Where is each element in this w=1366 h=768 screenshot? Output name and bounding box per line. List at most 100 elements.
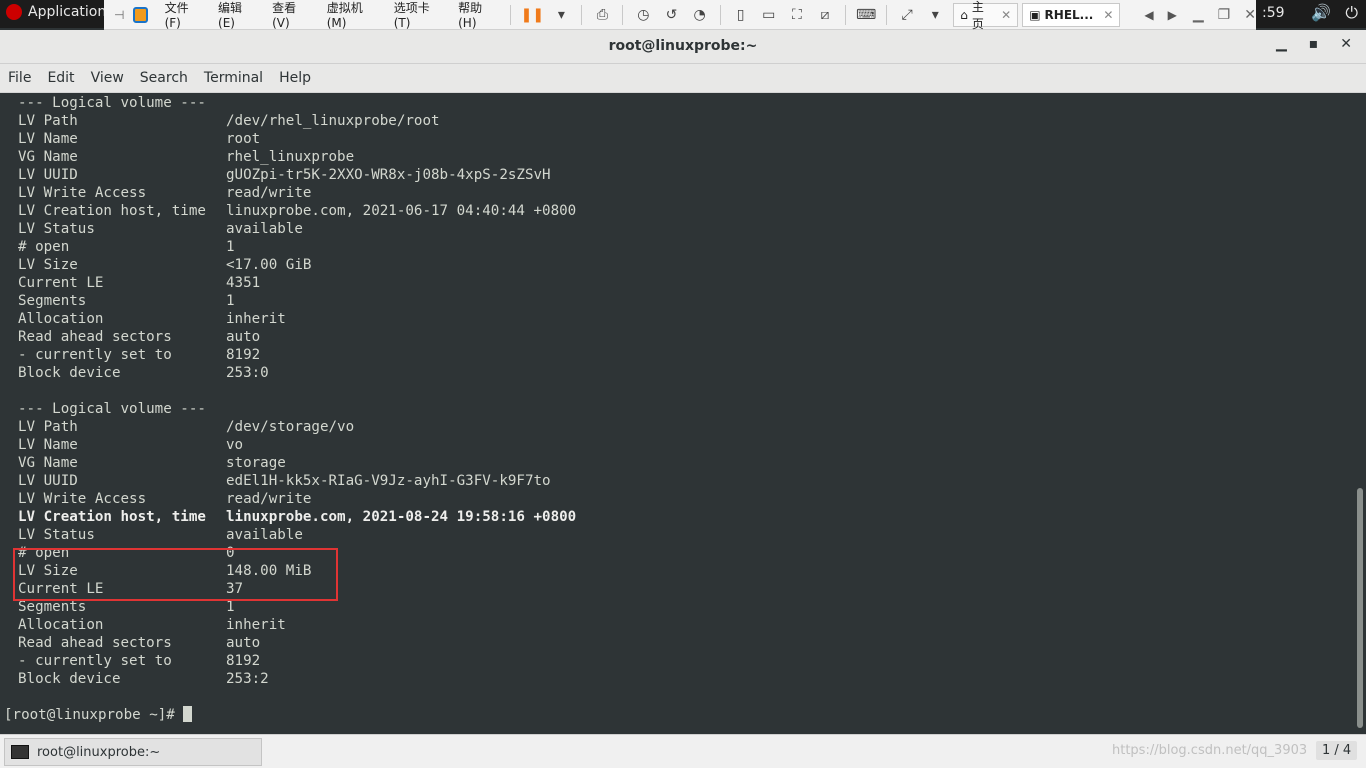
- lv-attribute-row: LV UUID edEl1H-kk5x-RIaG-V9Jz-ayhI-G3FV-k…: [4, 472, 1354, 490]
- close-icon[interactable]: ✕: [1103, 8, 1113, 22]
- chevron-right-icon[interactable]: ▶: [1168, 8, 1177, 22]
- lv-attribute-key: LV Creation host, time: [18, 203, 206, 219]
- lv-attribute-value: 0: [226, 545, 235, 561]
- taskbar-item-terminal[interactable]: root@linuxprobe:~: [4, 738, 262, 766]
- lv-attribute-row: Segments 1: [4, 598, 1354, 616]
- minimize-icon[interactable]: ▁: [1276, 36, 1287, 52]
- lv-attribute-value: 1: [226, 239, 235, 255]
- close-icon[interactable]: ✕: [1001, 8, 1011, 22]
- separator: [510, 4, 512, 25]
- lv-attribute-row: # open 0: [4, 544, 1354, 562]
- maximize-icon[interactable]: ▪: [1309, 36, 1319, 52]
- lv-attribute-value: 8192: [226, 347, 261, 363]
- chevron-down-icon[interactable]: ▾: [925, 4, 945, 26]
- minimize-icon[interactable]: ▁: [1193, 7, 1204, 23]
- vm-menu-file[interactable]: 文件(F): [156, 0, 209, 30]
- lv-attribute-row: Block device 253:0: [4, 364, 1354, 382]
- vm-menu-view[interactable]: 查看(V): [263, 0, 318, 30]
- vm-menu-vm[interactable]: 虚拟机(M): [318, 0, 385, 30]
- close-icon[interactable]: ✕: [1244, 7, 1256, 23]
- terminal-output[interactable]: --- Logical volume --- LV Path/dev/rhel_l…: [0, 93, 1354, 733]
- console-icon[interactable]: ⌨: [856, 4, 876, 26]
- lv-attribute-key: LV Name: [18, 437, 78, 453]
- snapshot-manager-icon[interactable]: ◔: [690, 4, 710, 26]
- menu-help[interactable]: Help: [279, 70, 311, 86]
- lv-attribute-key: LV Creation host, time: [18, 509, 206, 525]
- lv-attribute-key: # open: [18, 239, 70, 255]
- lv-attribute-row: Segments 1: [4, 292, 1354, 310]
- lv-attribute-key: LV Status: [18, 527, 95, 543]
- lv-attribute-key: LV Size: [18, 563, 78, 579]
- chevron-left-icon[interactable]: ◀: [1144, 8, 1153, 22]
- lv-attribute-key: - currently set to: [18, 347, 172, 363]
- lv-attribute-value: read/write: [226, 185, 312, 201]
- lv-attribute-row: Current LE 37: [4, 580, 1354, 598]
- thumbnail-view-icon[interactable]: ▭: [759, 4, 779, 26]
- lv-attribute-value: <17.00 GiB: [226, 257, 312, 273]
- workspace-pager[interactable]: 1 / 4: [1316, 741, 1358, 760]
- scrollbar-thumb[interactable]: [1357, 488, 1363, 728]
- separator: [886, 4, 888, 25]
- lv-attribute-row: - currently set to 8192: [4, 346, 1354, 364]
- prompt-text: [root@linuxprobe ~]#: [4, 707, 184, 723]
- lv-attribute-value: auto: [226, 635, 261, 651]
- applications-label: Application: [28, 4, 107, 20]
- lv-attribute-value: 148.00 MiB: [226, 563, 312, 579]
- window-titlebar: root@linuxprobe:~ ▁ ▪ ✕: [0, 30, 1366, 64]
- system-tray[interactable]: 🔊 ⏻: [1311, 3, 1358, 23]
- applications-menu[interactable]: Application: [6, 4, 106, 20]
- close-icon[interactable]: ✕: [1340, 36, 1352, 52]
- snapshot-icon[interactable]: ◷: [633, 4, 653, 26]
- sidebar-view-icon[interactable]: ▯: [731, 4, 751, 26]
- send-keys-icon[interactable]: ⎙: [592, 4, 612, 26]
- menu-file[interactable]: File: [8, 70, 31, 86]
- lv-attribute-key: Current LE: [18, 275, 104, 291]
- volume-icon[interactable]: 🔊: [1311, 3, 1331, 23]
- vm-menu-tabs[interactable]: 选项卡(T): [385, 0, 449, 30]
- chevron-down-icon[interactable]: ▾: [551, 4, 571, 26]
- lv-attribute-row: LV Name vo: [4, 436, 1354, 454]
- restore-icon[interactable]: ❐: [1218, 7, 1231, 23]
- vmware-window-controls: ▁ ❐ ✕: [1193, 7, 1256, 23]
- menu-search[interactable]: Search: [140, 70, 188, 86]
- lv-attribute-row: VG Name storage: [4, 454, 1354, 472]
- menu-view[interactable]: View: [91, 70, 124, 86]
- lv-attribute-value: 37: [226, 581, 244, 597]
- terminal-icon: [11, 745, 29, 759]
- vm-menu-help[interactable]: 帮助(H): [449, 0, 504, 30]
- clock[interactable]: :59: [1262, 5, 1285, 21]
- shell-prompt[interactable]: [root@linuxprobe ~]#: [4, 706, 1354, 724]
- redhat-logo-icon: [6, 4, 22, 20]
- menu-terminal[interactable]: Terminal: [204, 70, 263, 86]
- separator: [845, 4, 846, 25]
- stretch-icon[interactable]: ⤢: [897, 4, 917, 26]
- revert-snapshot-icon[interactable]: ↺: [661, 4, 681, 26]
- fullscreen-icon[interactable]: ⛶: [787, 4, 807, 26]
- pin-icon[interactable]: ⊣: [114, 8, 129, 22]
- pause-icon[interactable]: ❚❚: [521, 4, 544, 26]
- power-icon[interactable]: ⏻: [1345, 3, 1358, 23]
- tab-home[interactable]: ⌂ 主页 ✕: [953, 0, 1019, 31]
- unity-icon[interactable]: ⧄: [815, 4, 835, 26]
- lv-attribute-row: LV Path/dev/storage/vo: [4, 418, 1354, 436]
- lv-attribute-value: inherit: [226, 311, 286, 327]
- lv-attribute-row: LV Status available: [4, 526, 1354, 544]
- taskbar-item-label: root@linuxprobe:~: [37, 744, 161, 760]
- home-icon: ⌂: [960, 7, 968, 22]
- text-cursor: [183, 706, 193, 722]
- vm-menu-edit[interactable]: 编辑(E): [209, 0, 263, 30]
- terminal-scrollbar[interactable]: [1354, 93, 1366, 733]
- lv-attribute-key: Current LE: [18, 581, 104, 597]
- lv-attribute-row: LV Size 148.00 MiB: [4, 562, 1354, 580]
- lv-attribute-row: Read ahead sectors auto: [4, 328, 1354, 346]
- menu-edit[interactable]: Edit: [47, 70, 74, 86]
- tab-home-label: 主页: [971, 0, 984, 31]
- vmware-toolbar: ⊣ 文件(F) 编辑(E) 查看(V) 虚拟机(M) 选项卡(T) 帮助(H) …: [104, 0, 1256, 31]
- lv-block-header: --- Logical volume ---: [18, 401, 206, 417]
- lv-attribute-row: LV Creation host, time linuxprobe.com, 20…: [4, 202, 1354, 220]
- vmware-logo-icon: [132, 6, 148, 23]
- lv-attribute-key: Allocation: [18, 617, 104, 633]
- tab-vm[interactable]: ▣ RHEL... ✕: [1022, 2, 1121, 27]
- lv-attribute-value: rhel_linuxprobe: [226, 149, 355, 165]
- lv-attribute-value: linuxprobe.com, 2021-06-17 04:40:44 +080…: [226, 203, 577, 219]
